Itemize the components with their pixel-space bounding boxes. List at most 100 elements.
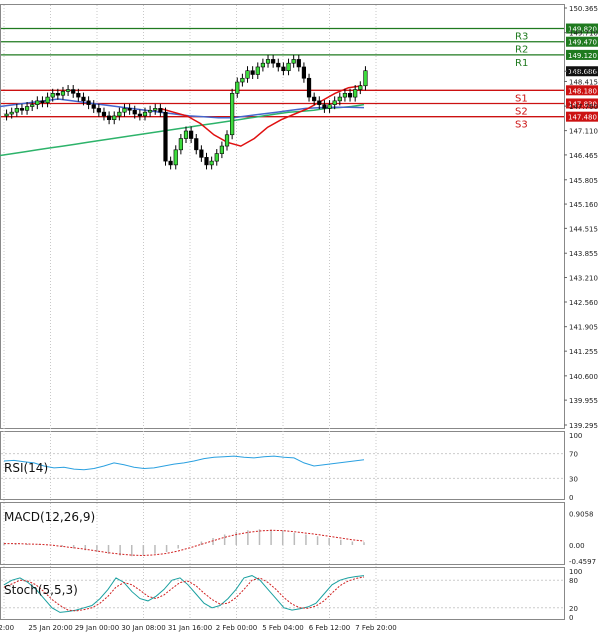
x-tick-label: 5 Feb 04:00 [262,624,303,632]
x-tick-label: 12:00 [0,624,14,632]
stoch-tick-label: 0 [569,614,573,622]
chart-window: R3 149.820 R2 149.470 R1 149.120 S1 148.180 S2 14… [0,0,600,634]
candle-body [101,111,107,117]
rsi-pane [0,431,565,500]
candle-body [60,91,66,96]
candle-body [250,70,255,75]
level-name-r2: R2 [515,45,528,56]
y-tick-label: 142.560 [569,299,598,307]
candle-body [224,134,230,147]
candle-body [281,66,286,72]
candle-body [106,115,112,120]
candle-body [265,59,271,64]
candle-body [312,96,317,102]
y-tick-label: 145.160 [569,201,598,209]
candle-body [347,93,353,98]
candle-body [301,66,307,79]
rsi-tick-label: 0 [569,494,573,502]
candle-body [50,93,55,98]
candle-body [9,111,14,115]
candle-body [137,113,142,117]
rsi-tick-label: 30 [569,475,578,483]
candle-body [199,149,204,158]
candle-body [71,89,76,94]
rsi-title: RSI(14) [4,461,48,475]
stoch-tick-label: 80 [569,577,578,585]
price-tag-value: 149.470 [568,39,597,47]
candle-body [55,93,60,96]
candle-body [122,108,127,113]
candle-body [81,96,86,102]
candle-body [117,111,122,117]
candle-body [45,96,50,104]
candle-body [332,100,337,105]
candle-body [19,108,25,111]
candle-body [14,108,19,113]
candle-body [342,93,348,98]
y-tick-label: 141.905 [569,324,598,332]
price-tag-value: 147.480 [568,114,597,122]
y-tick-label: 143.855 [569,250,598,258]
candle-body [291,59,296,64]
y-tick-label: 145.805 [569,177,598,185]
level-name-r1: R1 [515,58,528,69]
candle-body [204,157,209,166]
y-tick-label: 139.295 [569,422,598,430]
candle-body [173,149,178,166]
y-tick-label: 141.255 [569,348,598,356]
x-tick-label: 30 Jan 08:00 [121,624,165,632]
candle-body [40,100,45,104]
candle-body [189,130,194,139]
level-name-s3: S3 [515,120,528,131]
candle-body [178,138,183,151]
chart-canvas: R3149.820R2149.470R1149.120S1148.180S214… [0,4,598,632]
candle-body [183,130,189,139]
y-tick-label: 148.686 [569,68,598,76]
candle-body [168,160,173,166]
candle-body [148,109,153,113]
x-tick-label: 29 Jan 00:00 [75,624,119,632]
candle-body [127,108,132,111]
y-tick-label: 144.515 [569,225,598,233]
stoch-tick-label: 20 [569,605,578,613]
candle-body [142,111,148,117]
candle-body [214,153,219,162]
stoch-title: Stoch(5,5,3) [4,583,78,597]
candle-body [260,62,266,68]
candle-body [158,108,163,113]
candle-body [163,111,168,162]
rsi-tick-label: 70 [569,451,578,459]
candle-body [4,113,9,117]
level-name-s2: S2 [515,106,528,117]
candle-body [317,100,322,105]
price-tag-value: 149.120 [568,52,597,60]
level-name-s1: S1 [515,93,528,104]
x-tick-label: 6 Feb 12:00 [309,624,350,632]
candle-body [24,106,30,111]
x-tick-label: 31 Jan 16:00 [168,624,212,632]
candle-body [76,93,81,98]
y-tick-label: 149.710 [569,30,598,38]
y-tick-label: 147.760 [569,103,598,111]
rsi-tick-label: 100 [569,432,582,440]
candle-body [255,66,260,75]
candle-body [65,89,71,92]
candle-body [230,93,235,136]
candle-body [132,109,137,115]
macd-title: MACD(12,26,9) [4,510,95,524]
x-tick-label: 2 Feb 00:00 [216,624,257,632]
candle-body [86,100,91,105]
macd-tick-label: -0.4597 [569,558,596,566]
y-tick-label: 139.955 [569,397,598,405]
candle-body [240,77,245,83]
candle-body [271,59,276,64]
candle-body [235,81,240,94]
y-tick-label: 147.110 [569,128,598,136]
candle-body [306,77,312,98]
y-tick-label: 146.465 [569,152,598,160]
x-tick-label: 25 Jan 20:00 [28,624,72,632]
candle-body [363,70,368,87]
candle-body [337,96,342,102]
candle-body [219,145,224,154]
y-tick-label: 143.210 [569,275,598,283]
